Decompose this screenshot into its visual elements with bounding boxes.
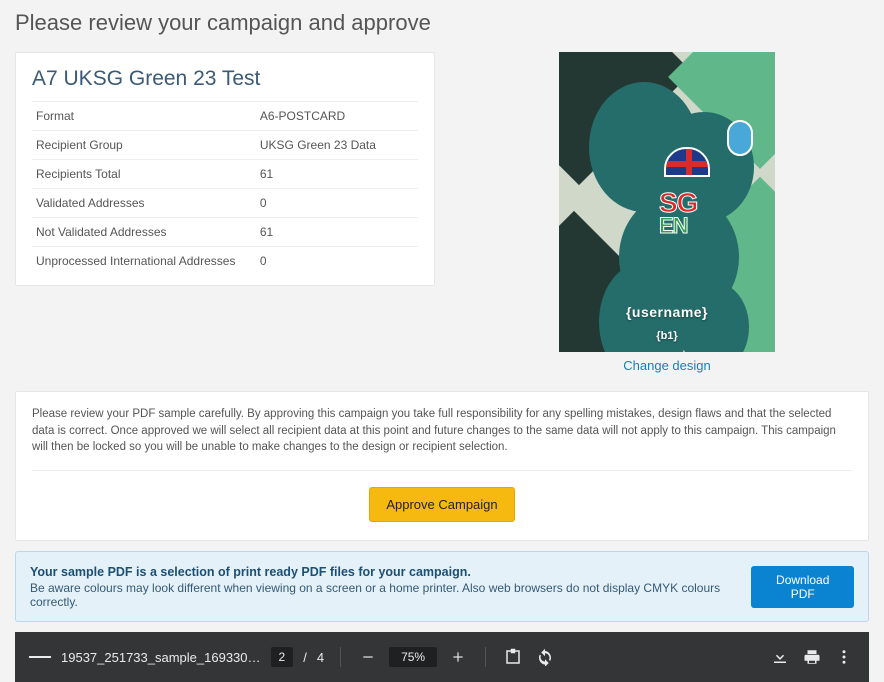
review-panel: Please review your PDF sample carefully.… (15, 391, 869, 541)
zoom-in-icon[interactable] (447, 646, 469, 668)
info-line2: Be aware colours may look different when… (30, 581, 751, 609)
zoom-out-icon[interactable] (357, 646, 379, 668)
pdf-page-current[interactable]: 2 (271, 647, 294, 667)
pdf-viewer-toolbar: 19537_251733_sample_169330… 2 / 4 75% (15, 632, 869, 682)
detail-label: Unprocessed International Addresses (32, 247, 256, 276)
detail-label: Validated Addresses (32, 189, 256, 218)
approve-campaign-button[interactable]: Approve Campaign (369, 487, 514, 522)
detail-value: UKSG Green 23 Data (256, 131, 418, 160)
table-row: Not Validated Addresses61 (32, 218, 418, 247)
logo-text: SG EN (659, 187, 697, 239)
download-pdf-button[interactable]: Download PDF (751, 566, 854, 608)
table-row: Recipient GroupUKSG Green 23 Data (32, 131, 418, 160)
campaign-summary-card: A7 UKSG Green 23 Test FormatA6-POSTCARDR… (15, 52, 435, 286)
pdf-page-total: 4 (317, 650, 324, 665)
detail-value: 61 (256, 218, 418, 247)
detail-value: 0 (256, 189, 418, 218)
detail-value: 61 (256, 160, 418, 189)
rotate-icon[interactable] (534, 646, 556, 668)
table-row: Validated Addresses0 (32, 189, 418, 218)
detail-label: Format (32, 102, 256, 131)
page-heading: Please review your campaign and approve (0, 0, 884, 52)
detail-label: Not Validated Addresses (32, 218, 256, 247)
table-row: FormatA6-POSTCARD (32, 102, 418, 131)
download-icon[interactable] (769, 646, 791, 668)
preview-b1-placeholder: {b1} (559, 330, 775, 342)
detail-label: Recipient Group (32, 131, 256, 160)
detail-value: A6-POSTCARD (256, 102, 418, 131)
preview-username-placeholder: {username} (559, 304, 775, 320)
campaign-title: A7 UKSG Green 23 Test (32, 67, 418, 91)
menu-icon[interactable] (29, 646, 51, 668)
pdf-zoom-level[interactable]: 75% (389, 647, 437, 667)
detail-value: 0 (256, 247, 418, 276)
design-preview: SG EN {username} {b1} (559, 52, 775, 352)
review-disclaimer: Please review your PDF sample carefully.… (32, 406, 852, 471)
detail-label: Recipients Total (32, 160, 256, 189)
campaign-details-table: FormatA6-POSTCARDRecipient GroupUKSG Gre… (32, 101, 418, 275)
fit-page-icon[interactable] (502, 646, 524, 668)
pdf-filename: 19537_251733_sample_169330… (61, 650, 261, 665)
table-row: Unprocessed International Addresses0 (32, 247, 418, 276)
sample-pdf-info: Your sample PDF is a selection of print … (15, 551, 869, 622)
change-design-link[interactable]: Change design (623, 358, 710, 373)
more-icon[interactable] (833, 646, 855, 668)
info-line1: Your sample PDF is a selection of print … (30, 565, 471, 579)
table-row: Recipients Total61 (32, 160, 418, 189)
pdf-page-separator: / (303, 650, 307, 665)
print-icon[interactable] (801, 646, 823, 668)
mug-handle-icon (727, 120, 753, 156)
